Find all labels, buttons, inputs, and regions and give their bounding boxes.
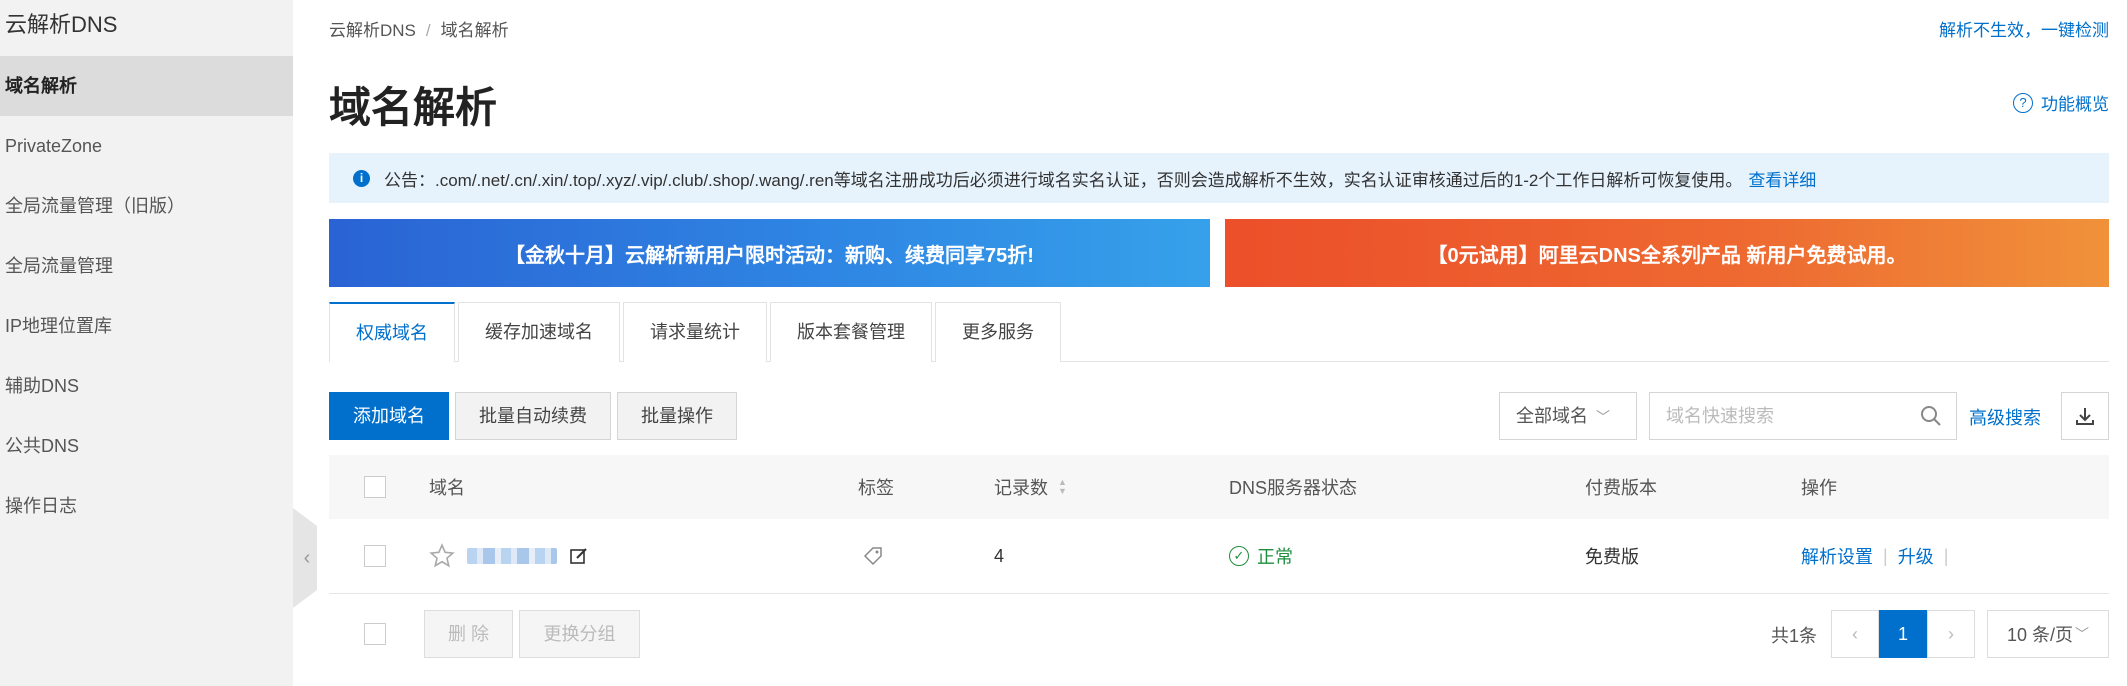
breadcrumb: 云解析DNS / 域名解析 <box>329 16 509 41</box>
edit-icon[interactable] <box>569 546 589 566</box>
help-icon: ? <box>2013 92 2033 113</box>
breadcrumb-current: 域名解析 <box>440 21 509 40</box>
check-circle-icon: ✓ <box>1229 546 1249 566</box>
domain-search-input[interactable] <box>1650 393 1890 439</box>
chevron-left-icon: ‹ <box>1852 623 1858 644</box>
promo-banner-blue[interactable]: 【金秋十月】云解析新用户限时活动：新购、续费同享75折! <box>329 219 1210 287</box>
domain-name-redacted[interactable] <box>467 548 557 564</box>
row-checkbox[interactable] <box>364 545 386 567</box>
sidebar-item-secondary-dns[interactable]: 辅助DNS <box>0 356 293 416</box>
tag-cell <box>862 519 884 593</box>
chevron-down-icon: ﹀ <box>2075 626 2090 642</box>
sidebar-item-public-dns[interactable]: 公共DNS <box>0 416 293 476</box>
prev-page-button[interactable]: ‹ <box>1831 610 1879 658</box>
notice-bar: i 公告：.com/.net/.cn/.xin/.top/.xyz/.vip/.… <box>329 153 2109 203</box>
tab-plan-management[interactable]: 版本套餐管理 <box>770 302 932 362</box>
feature-overview-link[interactable]: ? 功能概览 <box>2013 90 2109 115</box>
footer-checkbox-cell <box>364 623 386 645</box>
sidebar-item-gtm[interactable]: 全局流量管理 <box>0 236 293 296</box>
row-actions: 解析设置 | 升级 | <box>1801 519 1958 593</box>
tab-bar: 权威域名 缓存加速域名 请求量统计 版本套餐管理 更多服务 <box>329 302 2109 362</box>
record-count: 4 <box>994 545 1005 566</box>
header-dns-status: DNS服务器状态 <box>1229 478 1358 498</box>
next-page-button[interactable]: › <box>1927 610 1975 658</box>
select-all-checkbox-cell <box>364 455 386 519</box>
header-records-label: 记录数 <box>994 478 1048 498</box>
advanced-search-link[interactable]: 高级搜索 <box>1969 404 2041 430</box>
tab-authoritative-domains[interactable]: 权威域名 <box>329 302 455 362</box>
chevron-left-icon: ‹ <box>303 546 311 569</box>
resolution-settings-link[interactable]: 解析设置 <box>1801 543 1873 569</box>
feature-overview-label: 功能概览 <box>2041 95 2109 114</box>
info-icon: i <box>353 169 370 187</box>
promo-banner-orange[interactable]: 【0元试用】阿里云DNS全系列产品 新用户免费试用。 <box>1225 219 2109 287</box>
change-group-button[interactable]: 更换分组 <box>519 610 640 658</box>
toolbar: 添加域名 批量自动续费 批量操作 全部域名 ﹀ 高级搜索 <box>329 392 2109 440</box>
header-actions: 操作 <box>1801 478 1837 498</box>
row-checkbox-cell <box>364 519 386 593</box>
page-size-select[interactable]: 10 条/页 ﹀ <box>1987 610 2109 658</box>
chevron-right-icon: › <box>1948 623 1954 644</box>
page-title: 域名解析 <box>329 84 498 131</box>
download-icon <box>2076 408 2094 425</box>
tab-cache-acceleration[interactable]: 缓存加速域名 <box>458 302 620 362</box>
star-icon[interactable] <box>429 543 455 569</box>
upgrade-link[interactable]: 升级 <box>1898 543 1934 569</box>
sidebar-item-ip-geo[interactable]: IP地理位置库 <box>0 296 293 356</box>
notice-details-link[interactable]: 查看详细 <box>1748 166 1816 191</box>
add-domain-button[interactable]: 添加域名 <box>329 392 449 440</box>
table-footer: 删 除 更换分组 共1条 ‹ 1 › 10 条/页 ﹀ <box>329 610 2109 658</box>
action-divider: | <box>1883 545 1888 566</box>
table-header: 域名 标签 记录数 ▲ ▼ DNS服务器状态 付费版本 操作 <box>329 455 2109 519</box>
page-size-value: 10 条/页 <box>2006 625 2074 645</box>
sidebar-item-domain-resolution[interactable]: 域名解析 <box>0 56 293 116</box>
batch-operation-button[interactable]: 批量操作 <box>617 392 737 440</box>
notice-text: 公告：.com/.net/.cn/.xin/.top/.xyz/.vip/.cl… <box>384 170 1743 190</box>
total-count: 共1条 <box>1771 626 1818 646</box>
delete-button[interactable]: 删 除 <box>424 610 513 658</box>
dns-status-text: 正常 <box>1257 547 1293 567</box>
action-divider: | <box>1943 545 1949 566</box>
breadcrumb-separator: / <box>425 21 431 40</box>
domain-filter-value: 全部域名 <box>1516 406 1588 426</box>
one-click-check-link[interactable]: 解析不生效，一键检测 <box>1939 16 2109 41</box>
chevron-down-icon: ﹀ <box>1596 409 1610 425</box>
search-icon[interactable] <box>1920 405 1942 432</box>
breadcrumb-root[interactable]: 云解析DNS <box>329 21 416 40</box>
sidebar-title: 云解析DNS <box>5 12 118 37</box>
select-all-checkbox[interactable] <box>364 476 386 498</box>
main-content: 云解析DNS / 域名解析 解析不生效，一键检测 域名解析 ? 功能概览 i 公告：… <box>329 0 2109 686</box>
header-tag: 标签 <box>858 478 894 498</box>
sidebar: 云解析DNS 域名解析 PrivateZone 全局流量管理（旧版） 全局流量管… <box>0 0 293 686</box>
sidebar-collapse-handle[interactable]: ‹ <box>293 508 317 608</box>
dns-status: ✓ 正常 <box>1229 519 1293 593</box>
tab-request-stats[interactable]: 请求量统计 <box>623 302 767 362</box>
domain-filter-select[interactable]: 全部域名 ﹀ <box>1499 392 1637 440</box>
header-edition: 付费版本 <box>1585 478 1657 498</box>
edition: 免费版 <box>1585 547 1639 567</box>
domain-search-box <box>1649 392 1957 440</box>
sidebar-item-privatezone[interactable]: PrivateZone <box>0 116 293 176</box>
batch-auto-renew-button[interactable]: 批量自动续费 <box>455 392 611 440</box>
footer-select-checkbox[interactable] <box>364 623 386 645</box>
header-domain: 域名 <box>429 478 465 498</box>
domain-cell <box>429 519 589 593</box>
tag-icon[interactable] <box>862 545 884 567</box>
page-1-button[interactable]: 1 <box>1879 610 1927 658</box>
header-records[interactable]: 记录数 ▲ ▼ <box>994 455 1067 519</box>
download-button[interactable] <box>2061 392 2109 440</box>
sidebar-item-operation-log[interactable]: 操作日志 <box>0 476 293 536</box>
table-row: 4 ✓ 正常 免费版 解析设置 | 升级 | <box>329 519 2109 594</box>
sidebar-item-gtm-legacy[interactable]: 全局流量管理（旧版） <box>0 176 293 236</box>
sort-icon[interactable]: ▲ ▼ <box>1058 478 1067 496</box>
tab-more-services[interactable]: 更多服务 <box>935 302 1061 362</box>
